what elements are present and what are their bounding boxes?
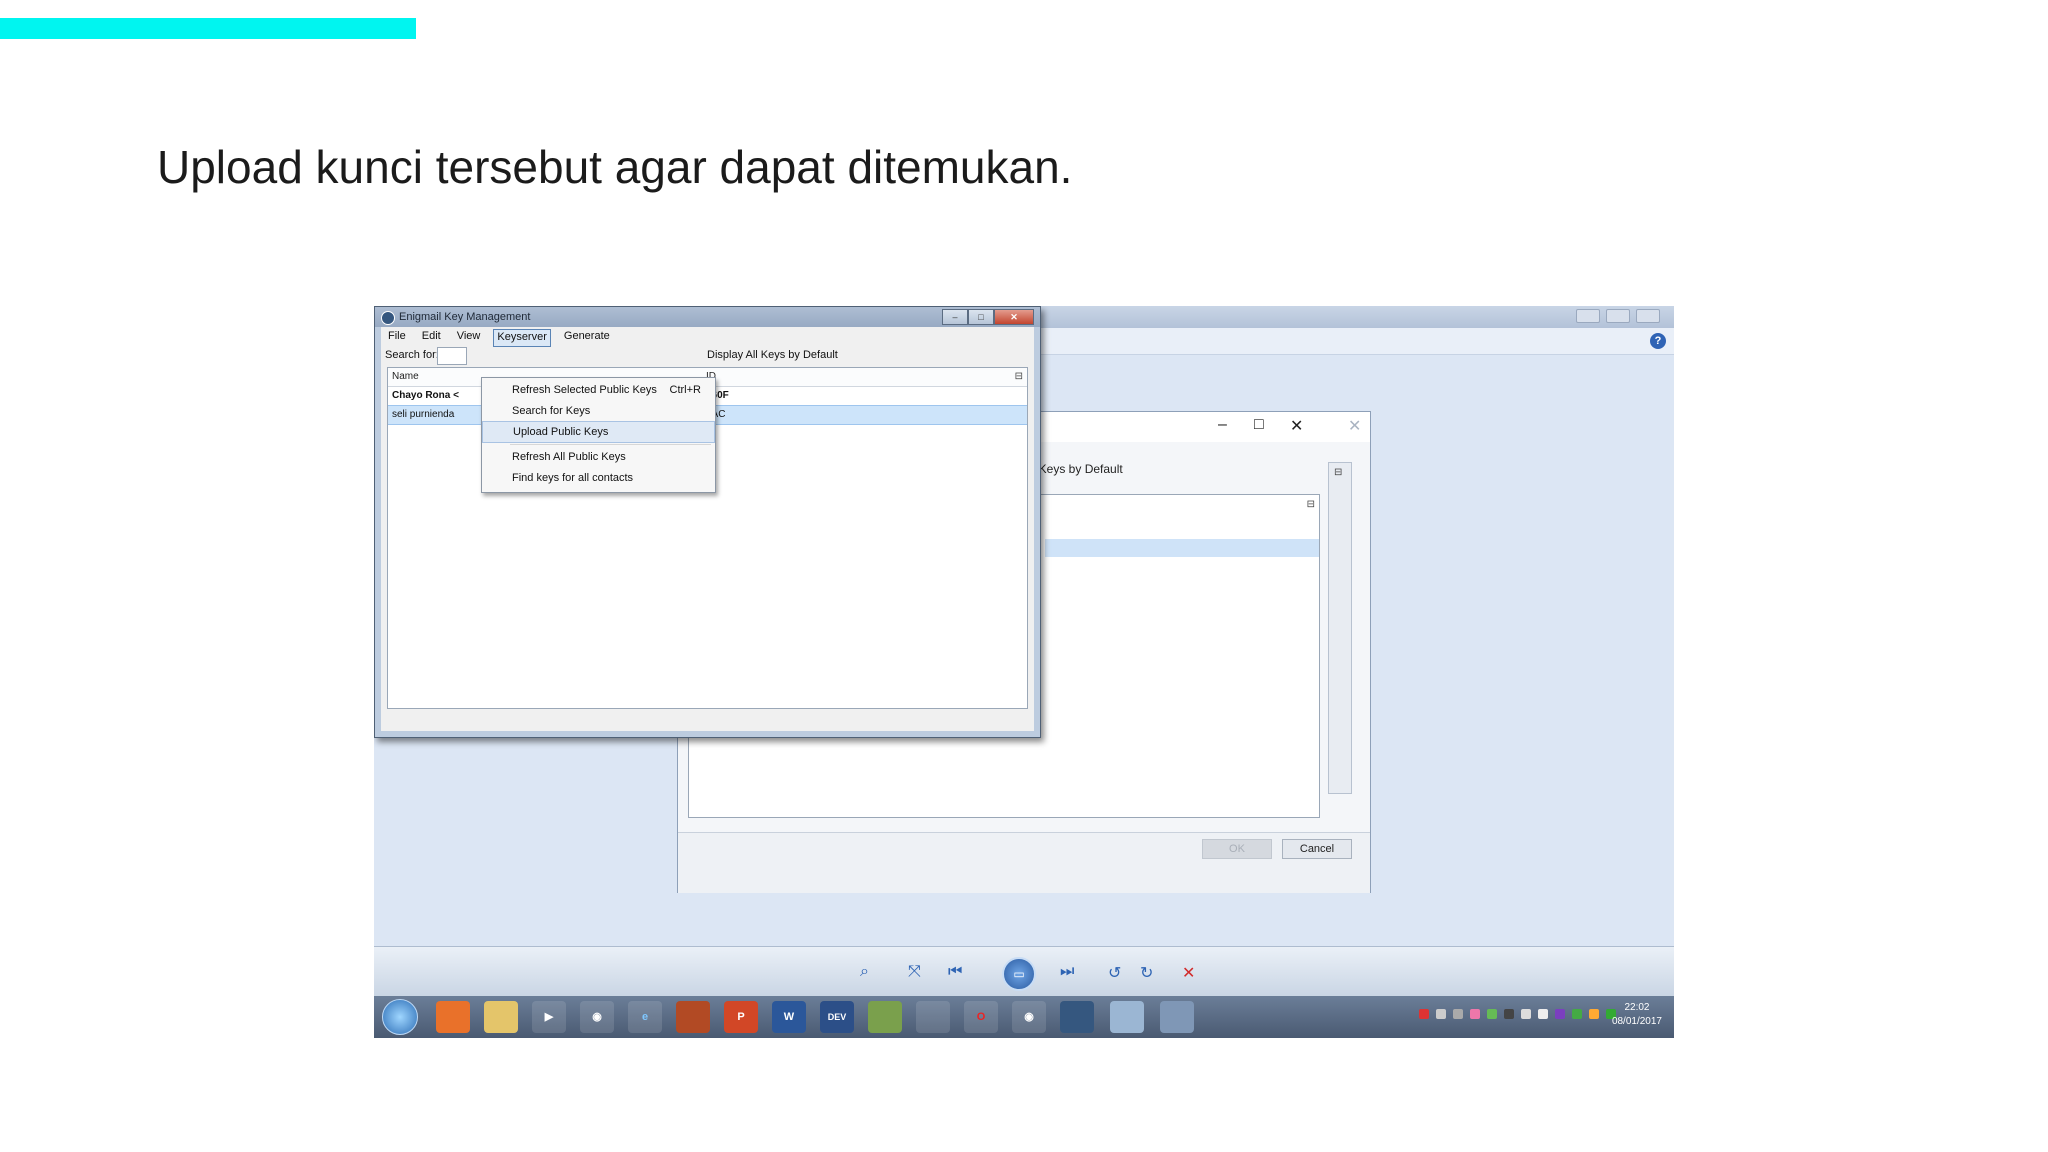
- clock-date: 08/01/2017: [1611, 1016, 1662, 1027]
- media-player-icon[interactable]: ▶: [532, 1001, 566, 1033]
- screenshot: ? – □ ✕ ✕ All Keys by Default ⊟ ⊟ OK Can…: [374, 306, 1674, 1038]
- menu-item-label: Find keys for all contacts: [512, 472, 634, 484]
- tray-icon[interactable]: [1504, 1009, 1514, 1019]
- slideshow-icon[interactable]: ▭: [1002, 957, 1036, 991]
- delete-icon[interactable]: ✕: [1182, 963, 1195, 983]
- rotate-right-icon[interactable]: ↻: [1140, 963, 1153, 983]
- menu-file[interactable]: File: [385, 329, 409, 347]
- tray-icon[interactable]: [1572, 1009, 1582, 1019]
- powerpoint-icon[interactable]: P: [724, 1001, 758, 1033]
- app-icon[interactable]: [916, 1001, 950, 1033]
- window-title: Enigmail Key Management: [399, 311, 531, 323]
- xampp-icon[interactable]: [436, 1001, 470, 1033]
- maximize-icon[interactable]: □: [968, 309, 994, 325]
- devcpp-icon[interactable]: DEV: [820, 1001, 854, 1033]
- onenote-icon[interactable]: [1555, 1009, 1565, 1019]
- tray-icon[interactable]: [1436, 1009, 1446, 1019]
- search-label: Search for:: [385, 349, 439, 361]
- column-name[interactable]: Name: [392, 371, 419, 382]
- accent-bar: [0, 18, 416, 39]
- side-panel: ⊟: [1328, 462, 1352, 794]
- thunderbird-icon[interactable]: [1060, 1001, 1094, 1033]
- chrome-icon[interactable]: ◉: [1012, 1001, 1046, 1033]
- close-icon[interactable]: ✕: [994, 309, 1034, 325]
- photo-viewer-toolbar: ⌕ ⤧ ⏮ ▭ ⏭ ↺ ↻ ✕: [374, 946, 1674, 997]
- menu-item-shortcut: Ctrl+R: [669, 384, 701, 396]
- chrome-icon[interactable]: ◉: [580, 1001, 614, 1033]
- slide-title: Upload kunci tersebut agar dapat ditemuk…: [157, 141, 1073, 193]
- fit-icon[interactable]: ⤧: [908, 963, 921, 981]
- menu-item-refresh-all[interactable]: Refresh All Public Keys: [482, 447, 715, 467]
- window-body: File Edit View Keyserver Generate Search…: [381, 327, 1034, 731]
- menubar: File Edit View Keyserver Generate: [385, 329, 1034, 347]
- prev-icon[interactable]: ⏮: [948, 963, 962, 981]
- volume-icon[interactable]: [1538, 1009, 1548, 1019]
- menu-edit[interactable]: Edit: [419, 329, 444, 347]
- menu-separator: [510, 444, 711, 445]
- close-icon[interactable]: ✕: [1290, 416, 1303, 436]
- enigmail-logo-icon: [381, 311, 395, 325]
- close-icon[interactable]: ✕: [1348, 416, 1361, 436]
- close-icon[interactable]: [1636, 309, 1660, 323]
- taskbar: ▶ ◉ e P W DEV O ◉ 22:02 08/01/2017: [374, 996, 1674, 1038]
- system-tray: [1419, 1009, 1616, 1019]
- key-name: seli purnienda: [392, 409, 455, 420]
- window-titlebar: Enigmail Key Management – □ ✕: [375, 307, 1040, 327]
- menu-item-label: Refresh All Public Keys: [512, 451, 626, 463]
- zoom-icon[interactable]: ⌕: [860, 963, 869, 981]
- opera-icon[interactable]: O: [964, 1001, 998, 1033]
- column-picker-icon[interactable]: ⊟: [1015, 371, 1023, 382]
- menu-keyserver[interactable]: Keyserver: [493, 329, 551, 347]
- display-all-keys-checkbox[interactable]: Display All Keys by Default: [707, 349, 838, 361]
- word-icon[interactable]: W: [772, 1001, 806, 1033]
- menu-item-find-keys-contacts[interactable]: Find keys for all contacts: [482, 468, 715, 488]
- tray-icon[interactable]: [1589, 1009, 1599, 1019]
- help-icon[interactable]: ?: [1650, 333, 1666, 349]
- column-picker-icon[interactable]: ⊟: [1334, 467, 1342, 478]
- dialog-footer: OK Cancel: [678, 832, 1370, 893]
- maximize-icon[interactable]: □: [1254, 416, 1264, 434]
- app-icon[interactable]: [868, 1001, 902, 1033]
- tray-icon[interactable]: [1487, 1009, 1497, 1019]
- menu-item-search-keys[interactable]: Search for Keys: [482, 401, 715, 421]
- background-window-controls: [1576, 309, 1660, 323]
- folder-icon[interactable]: [484, 1001, 518, 1033]
- minimize-icon[interactable]: [1576, 309, 1600, 323]
- menu-generate[interactable]: Generate: [561, 329, 613, 347]
- search-input[interactable]: [437, 347, 467, 365]
- system-clock[interactable]: 22:02 08/01/2017: [1612, 1001, 1662, 1029]
- window-controls: – □ ✕: [942, 309, 1034, 325]
- minimize-icon[interactable]: –: [1218, 416, 1227, 434]
- tray-icon[interactable]: [1470, 1009, 1480, 1019]
- start-button[interactable]: [382, 999, 418, 1035]
- menu-item-label: Refresh Selected Public Keys: [512, 384, 657, 396]
- menu-item-label: Search for Keys: [512, 405, 591, 417]
- key-management-window: Enigmail Key Management – □ ✕ File Edit …: [374, 306, 1041, 738]
- rotate-left-icon[interactable]: ↺: [1108, 963, 1121, 983]
- menu-view[interactable]: View: [454, 329, 484, 347]
- key-name: Chayo Rona <: [392, 390, 459, 401]
- menu-item-refresh-selected[interactable]: Refresh Selected Public Keys Ctrl+R: [482, 380, 715, 400]
- next-icon[interactable]: ⏭: [1060, 963, 1074, 981]
- selected-row[interactable]: [1045, 539, 1319, 557]
- virtual-machine-icon[interactable]: [1110, 1001, 1144, 1033]
- photo-viewer-icon[interactable]: [1160, 1001, 1194, 1033]
- internet-explorer-icon[interactable]: e: [628, 1001, 662, 1033]
- menu-item-upload-public-keys[interactable]: Upload Public Keys: [482, 421, 715, 443]
- maximize-icon[interactable]: [1606, 309, 1630, 323]
- column-picker-icon[interactable]: ⊟: [1307, 499, 1315, 510]
- network-icon[interactable]: [1521, 1009, 1531, 1019]
- menu-item-label: Upload Public Keys: [513, 426, 609, 438]
- minimize-icon[interactable]: –: [942, 309, 968, 325]
- ok-button[interactable]: OK: [1202, 839, 1272, 859]
- tray-icon[interactable]: [1453, 1009, 1463, 1019]
- cancel-button[interactable]: Cancel: [1282, 839, 1352, 859]
- tray-icon[interactable]: [1419, 1009, 1429, 1019]
- keyserver-menu: Refresh Selected Public Keys Ctrl+R Sear…: [481, 377, 716, 493]
- clock-time: 22:02: [1624, 1002, 1650, 1013]
- firefox-icon[interactable]: [676, 1001, 710, 1033]
